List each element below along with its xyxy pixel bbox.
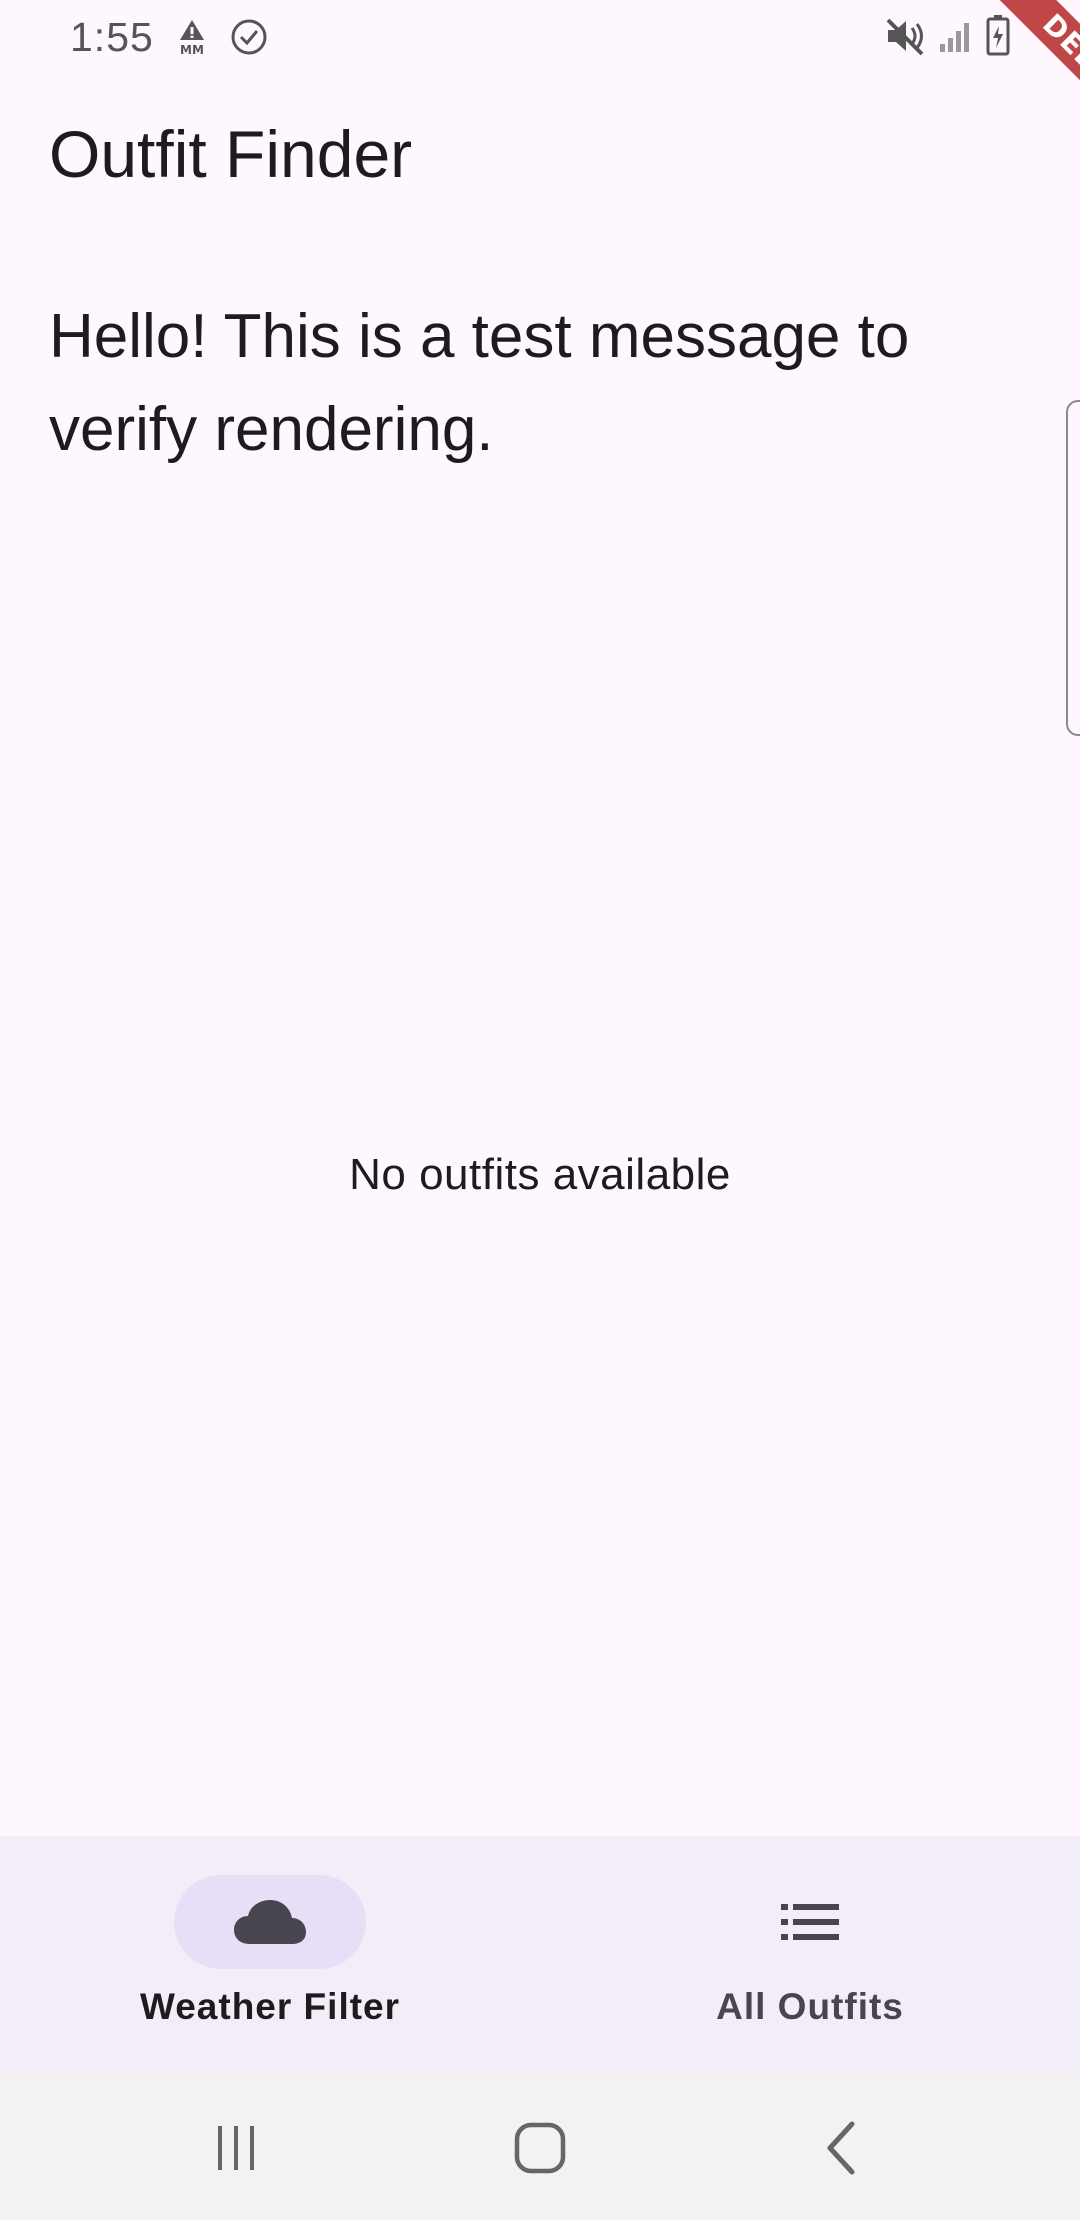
home-icon <box>514 2122 566 2179</box>
test-message: Hello! This is a test message to verify … <box>49 302 910 464</box>
back-button[interactable] <box>760 2074 920 2220</box>
check-circle-icon <box>230 18 268 61</box>
recent-apps-icon <box>212 2124 260 2177</box>
empty-state-message: No outfits available <box>349 1150 731 1199</box>
recent-apps-button[interactable] <box>156 2074 316 2220</box>
home-button[interactable] <box>460 2074 620 2220</box>
battery-icon <box>986 14 1010 61</box>
nav-item-weather-filter[interactable]: Weather Filter <box>0 1836 540 2074</box>
svg-text:MM: MM <box>180 43 204 56</box>
signal-icon <box>938 18 974 59</box>
mute-icon <box>884 16 928 61</box>
page-title: Outfit Finder <box>49 117 413 191</box>
cloud-icon <box>232 1898 308 1951</box>
nav-label-weather-filter: Weather Filter <box>139 1986 401 2027</box>
edge-panel-handle[interactable] <box>1066 400 1080 736</box>
list-icon <box>781 1904 839 1945</box>
status-bar: 1:55 MM <box>0 0 1080 72</box>
nav-item-all-outfits[interactable]: All Outfits <box>540 1836 1080 2074</box>
bottom-navigation-bar: Weather Filter All Outfits <box>0 1836 1080 2074</box>
status-time: 1:55 <box>70 14 154 60</box>
nav-label-all-outfits: All Outfits <box>716 1986 904 2027</box>
system-navigation-bar <box>0 2074 1080 2220</box>
back-icon <box>822 2120 858 2181</box>
alert-mm-icon: MM <box>174 18 210 61</box>
